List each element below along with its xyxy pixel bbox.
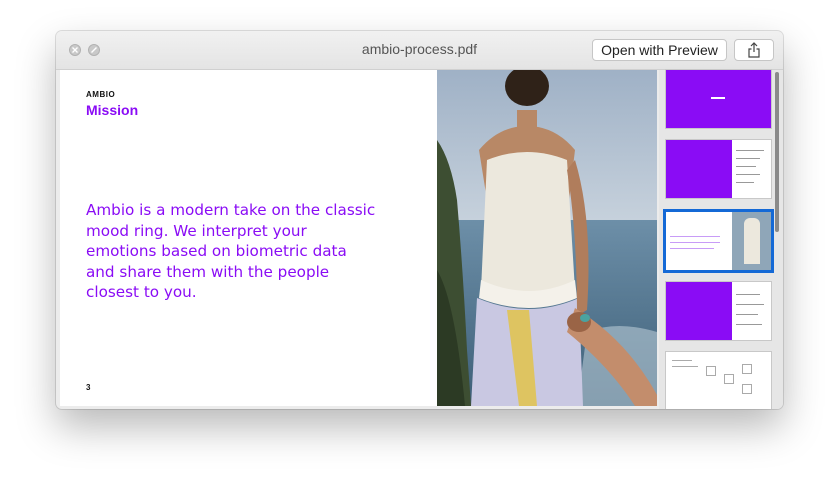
quicklook-window: ambio-process.pdf Open with Preview AMBI…: [56, 31, 783, 409]
thumbnail-page-4[interactable]: [666, 282, 771, 340]
slide-text-panel: AMBIO Mission Ambio is a modern take on …: [60, 70, 437, 406]
thumbnail-page-3-selected[interactable]: [666, 212, 771, 270]
open-with-preview-button[interactable]: Open with Preview: [592, 39, 727, 61]
thumbnail-page-2[interactable]: [666, 140, 771, 198]
slide-heading: Mission: [86, 102, 139, 118]
brand-label: AMBIO: [86, 90, 116, 99]
share-icon: [748, 42, 760, 58]
thumbnail-page-1[interactable]: [666, 70, 771, 128]
mission-statement: Ambio is a modern take on the classic mo…: [86, 201, 376, 301]
pdf-page[interactable]: AMBIO Mission Ambio is a modern take on …: [60, 70, 657, 406]
title-bar: ambio-process.pdf Open with Preview: [56, 31, 783, 70]
thumbnail-sidebar: [659, 70, 783, 409]
share-button[interactable]: [734, 39, 774, 61]
page-number: 3: [86, 383, 91, 392]
sidebar-scrollbar[interactable]: [775, 72, 779, 232]
follow-me-photo: [437, 70, 657, 406]
thumbnail-page-5[interactable]: [666, 352, 771, 409]
